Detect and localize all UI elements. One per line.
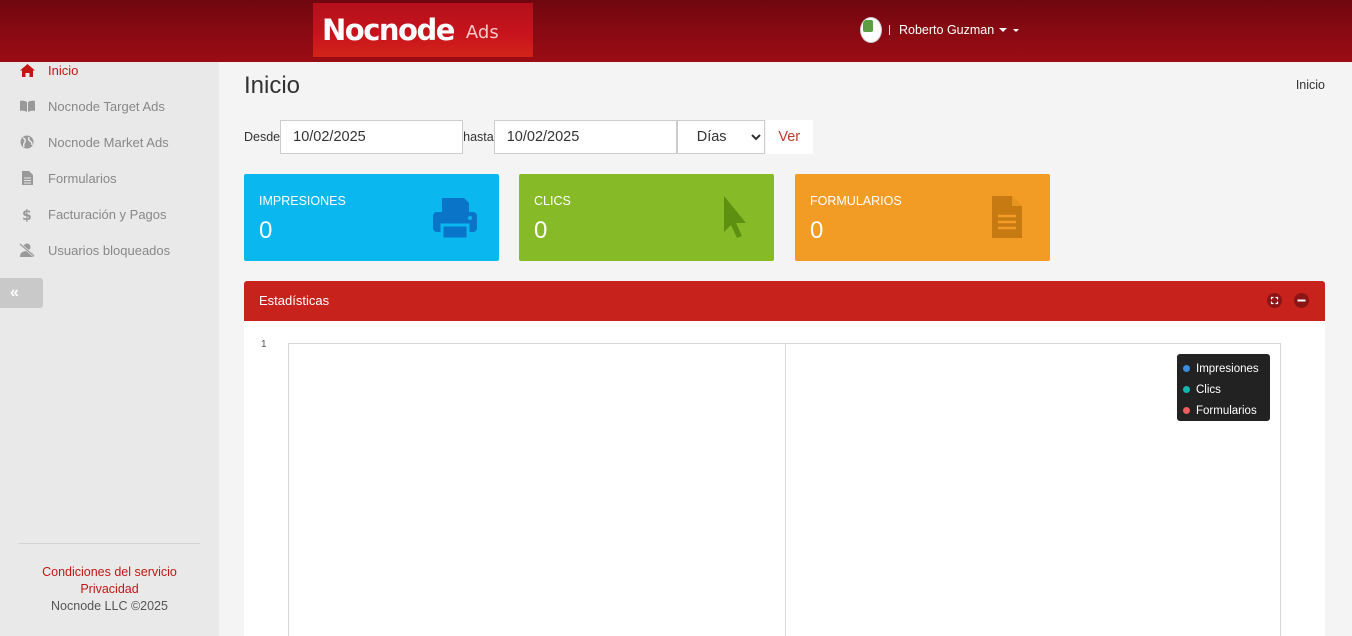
sidebar-item-formularios[interactable]: Formularios: [0, 164, 219, 192]
sidebar: Inicio Nocnode Target Ads Nocnode Market…: [0, 62, 219, 636]
home-icon: [19, 62, 35, 78]
formularios-stat-box: FORMULARIOS 0: [795, 174, 1050, 261]
sidebar-footer: Condiciones del servicio Privacidad Nocn…: [0, 564, 219, 615]
avatar: [860, 17, 882, 43]
legend-item: Formularios: [1183, 400, 1270, 421]
sidebar-item-inicio[interactable]: Inicio: [0, 56, 219, 84]
stat-value: 0: [259, 217, 273, 244]
to-label: hasta: [463, 130, 494, 144]
statistics-panel-body: 1 Impresiones Clics Formularios: [244, 321, 1325, 636]
user-menu[interactable]: Roberto Guzman: [860, 15, 1020, 45]
legend-item: Clics: [1183, 379, 1270, 400]
impresiones-stat-box: IMPRESIONES 0: [244, 174, 499, 261]
sidebar-item-label: Nocnode Market Ads: [48, 134, 169, 150]
stat-value: 0: [810, 217, 824, 244]
statistics-panel-header: Estadísticas: [244, 281, 1325, 321]
brand-logo[interactable]: Nocnode Ads: [313, 3, 533, 57]
clics-stat-box: CLICS 0: [519, 174, 774, 261]
sidebar-item-usuarios-bloqueados[interactable]: Usuarios bloqueados: [0, 236, 219, 264]
stat-label: CLICS: [534, 194, 571, 208]
chart-plot-area: [288, 343, 1281, 636]
sidebar-item-market-ads[interactable]: Nocnode Market Ads: [0, 128, 219, 156]
divider: [889, 25, 890, 35]
legend-label: Impresiones: [1196, 362, 1259, 375]
sidebar-item-label: Formularios: [48, 170, 117, 186]
from-label: Desde: [244, 130, 281, 144]
svg-text:$: $: [22, 208, 32, 222]
dollar-icon: $: [19, 206, 35, 222]
date-from-input[interactable]: [280, 120, 464, 154]
print-icon: [433, 198, 477, 241]
sidebar-collapse-button[interactable]: «: [0, 278, 43, 308]
sidebar-item-label: Usuarios bloqueados: [48, 242, 171, 258]
legend-label: Clics: [1196, 383, 1221, 396]
sidebar-item-facturacion[interactable]: $ Facturación y Pagos: [0, 200, 219, 228]
legend-dot: [1183, 365, 1190, 372]
top-navbar: Nocnode Ads Roberto Guzman: [0, 0, 1352, 62]
page-title: Inicio: [244, 72, 301, 99]
divider: [19, 543, 200, 544]
legend-label: Formularios: [1196, 404, 1257, 417]
stat-label: IMPRESIONES: [259, 194, 346, 208]
file-icon: [19, 170, 35, 186]
double-chevron-left-icon: «: [10, 284, 19, 301]
expand-icon[interactable]: [1267, 293, 1282, 308]
privacy-link[interactable]: Privacidad: [0, 581, 219, 598]
date-filter-form: Desde hasta Días Ver: [244, 120, 813, 154]
date-to-input[interactable]: [493, 120, 677, 154]
chevron-down-icon: [999, 28, 1008, 32]
user-slash-icon: [19, 242, 35, 258]
sidebar-item-label: Facturación y Pagos: [48, 206, 167, 222]
minus-icon[interactable]: [1294, 293, 1309, 308]
stat-value: 0: [534, 217, 548, 244]
ver-button[interactable]: Ver: [765, 120, 813, 154]
legend-item: Impresiones: [1183, 358, 1270, 379]
sidebar-item-target-ads[interactable]: Nocnode Target Ads: [0, 92, 219, 120]
stat-label: FORMULARIOS: [810, 194, 902, 208]
breadcrumb[interactable]: Inicio: [1296, 78, 1325, 92]
legend-dot: [1183, 386, 1190, 393]
period-select[interactable]: Días: [676, 120, 765, 154]
chart-legend: Impresiones Clics Formularios: [1177, 354, 1270, 421]
chart-gridline: [785, 344, 786, 636]
panel-title: Estadísticas: [259, 293, 330, 308]
file-icon: [992, 196, 1022, 238]
terms-link[interactable]: Condiciones del servicio: [0, 564, 219, 581]
y-tick-label: 1: [261, 339, 267, 350]
globe-icon: [19, 134, 35, 150]
chevron-down-icon: [1013, 28, 1020, 32]
sidebar-item-label: Inicio: [48, 62, 79, 78]
sidebar-item-label: Nocnode Target Ads: [48, 98, 165, 114]
legend-dot: [1183, 407, 1190, 414]
copyright-text: Nocnode LLC ©2025: [51, 599, 168, 613]
logo-sub-text: Ads: [465, 21, 499, 43]
book-icon: [19, 98, 35, 114]
mouse-pointer-icon: [724, 196, 746, 238]
logo-main-text: Nocnode: [322, 13, 455, 47]
user-name: Roberto Guzman: [899, 23, 995, 37]
